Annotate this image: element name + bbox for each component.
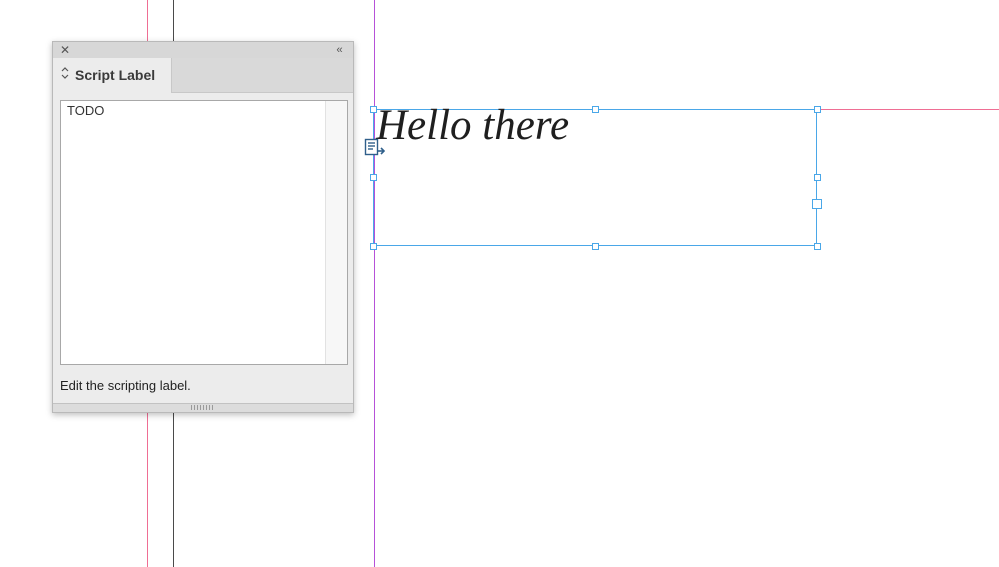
handle-middle-right[interactable] [814,174,821,181]
close-icon[interactable]: ✕ [59,43,71,57]
script-label-panel: ✕ ‹‹ Script Label TODO Edit the scriptin… [52,41,354,413]
handle-top-right[interactable] [814,106,821,113]
script-label-value[interactable]: TODO [67,103,104,118]
margin-guide-top [818,109,999,110]
panel-tab-strip: Script Label [53,58,353,93]
handle-bottom-center[interactable] [592,243,599,250]
double-chevron-left-icon[interactable]: ‹‹ [332,43,346,57]
handle-top-center[interactable] [592,106,599,113]
textarea-scrollbar[interactable] [325,101,347,364]
frame-text[interactable]: Hello there [376,104,569,147]
tab-label: Script Label [75,67,156,83]
up-down-chevron-icon[interactable] [61,67,69,81]
document-canvas[interactable]: Hello there ✕ ‹‹ Script Label TODO Edit … [0,0,999,567]
handle-bottom-left[interactable] [370,243,377,250]
script-label-textarea[interactable]: TODO [60,100,348,365]
column-guide [374,0,375,567]
handle-bottom-right[interactable] [814,243,821,250]
tab-script-label[interactable]: Script Label [53,58,172,93]
handle-middle-left[interactable] [370,174,377,181]
out-port-handle[interactable] [812,199,822,209]
resize-grip-icon[interactable] [191,405,215,410]
text-frame-story-icon[interactable] [364,138,386,158]
help-text: Edit the scripting label. [60,378,191,393]
panel-footer [53,403,353,412]
panel-titlebar[interactable]: ✕ ‹‹ [53,42,353,59]
